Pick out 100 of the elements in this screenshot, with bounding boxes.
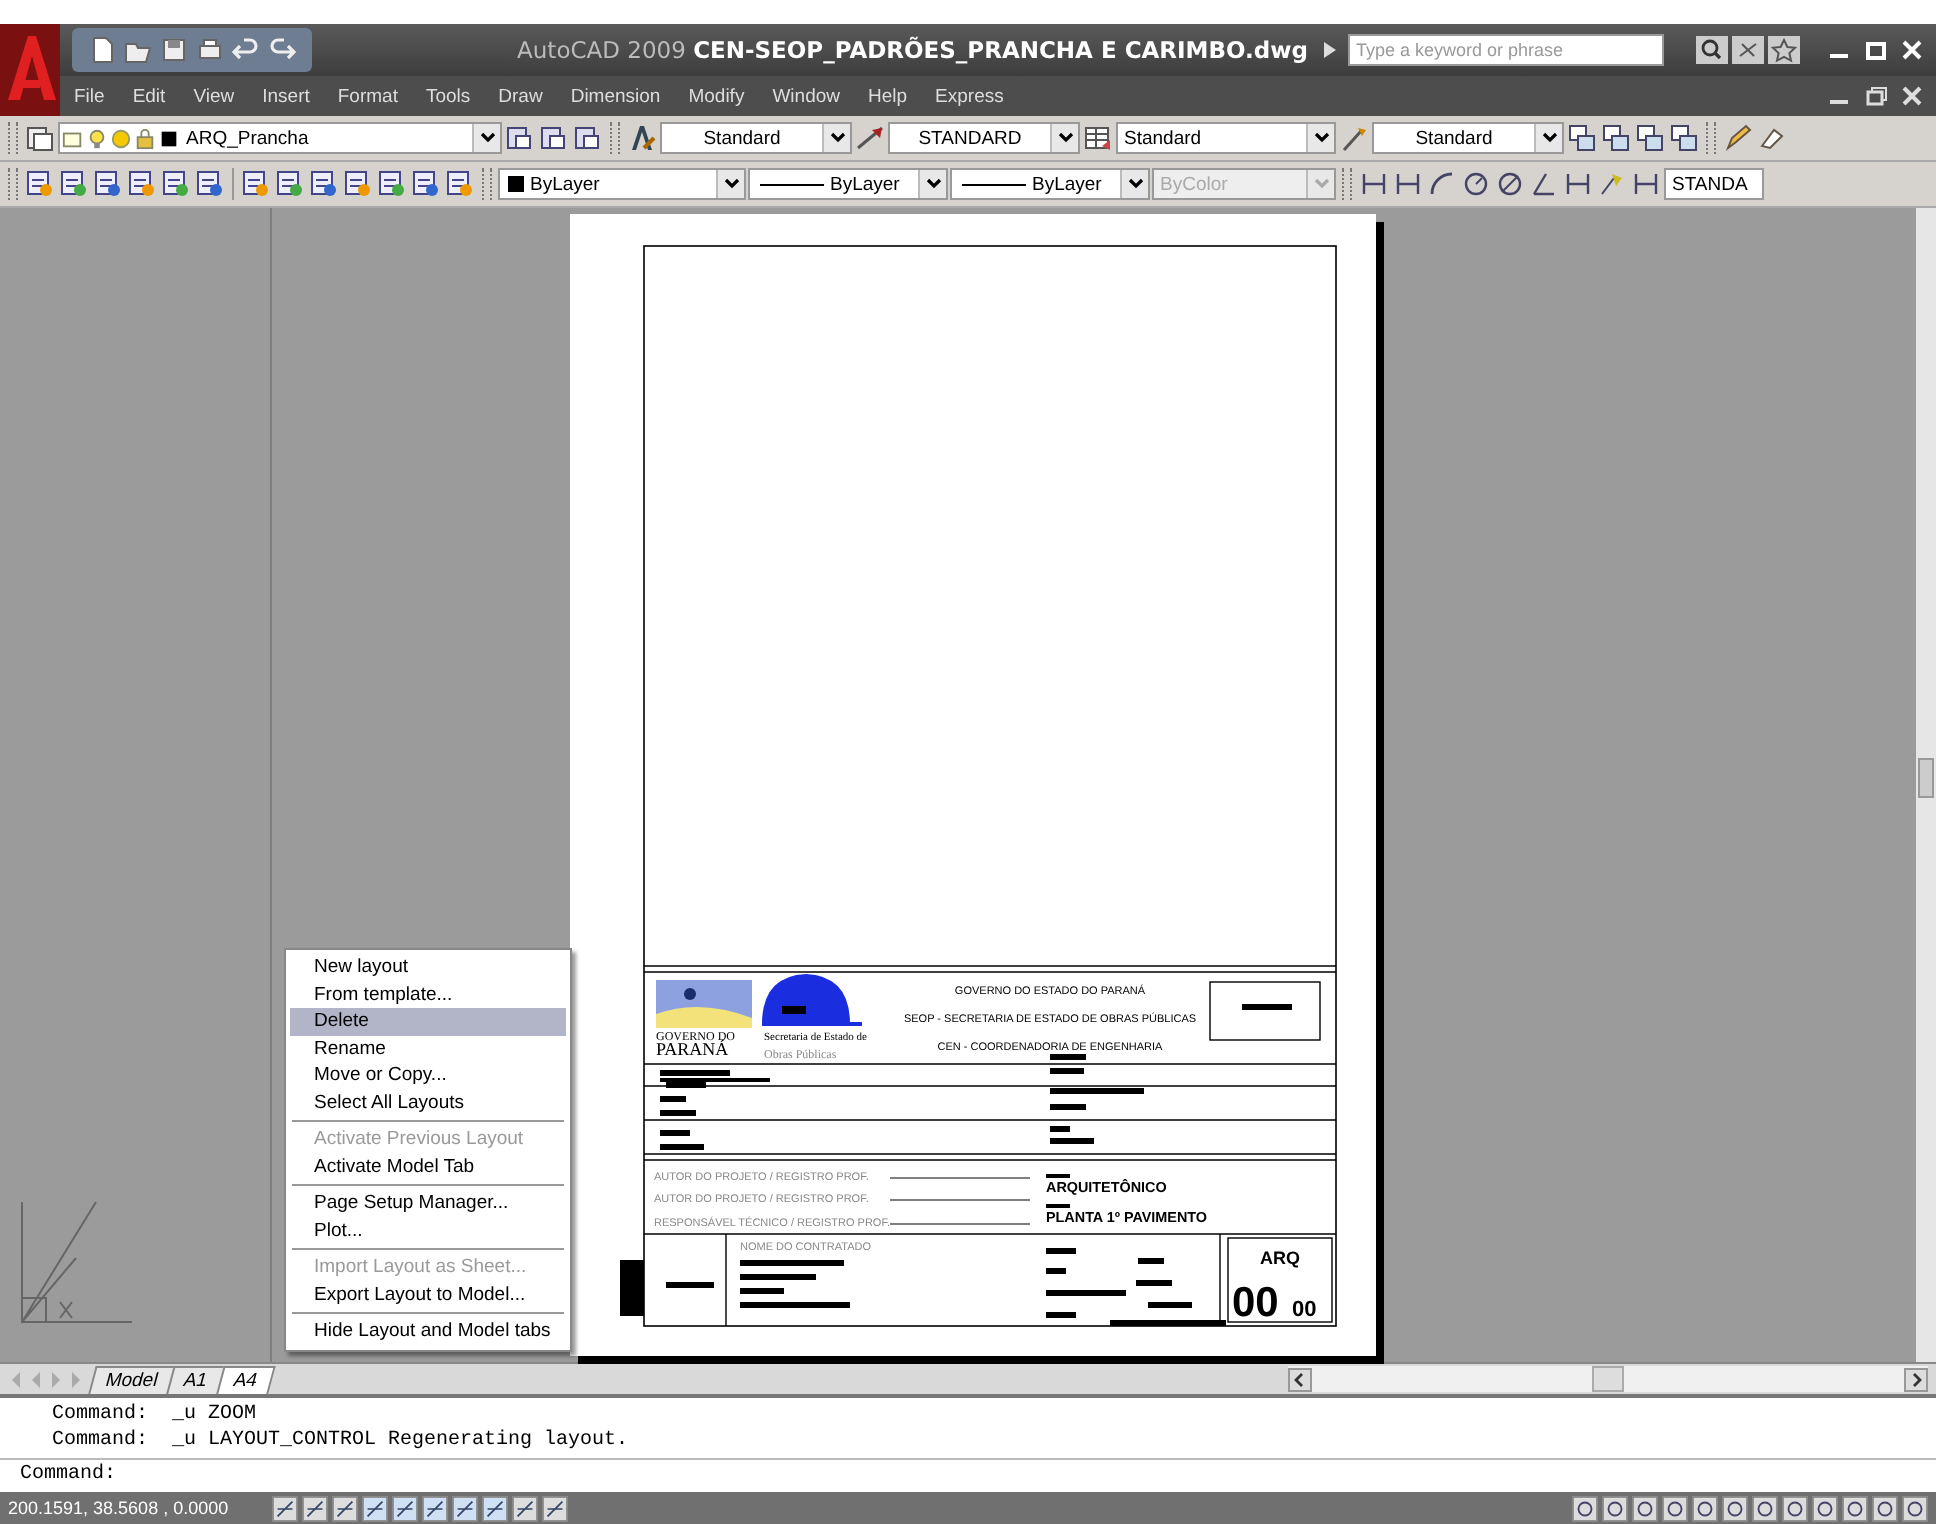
multileader-style-dropdown[interactable]: Standard <box>1372 122 1564 154</box>
signature-line <box>889 1177 1031 1179</box>
padlock-icon <box>134 127 156 149</box>
layer-previous-icon[interactable] <box>504 122 536 154</box>
menu-item[interactable]: Express <box>921 85 1018 107</box>
menu-item[interactable]: File <box>60 85 119 107</box>
layer-tool-icon[interactable] <box>24 168 56 200</box>
dimension-arc-icon[interactable] <box>1426 168 1458 200</box>
text-style-icon[interactable] <box>626 122 658 154</box>
scroll-left-icon[interactable] <box>1288 1367 1312 1391</box>
menu-item[interactable]: From template... <box>290 981 566 1008</box>
dimension-leader-icon[interactable] <box>1596 168 1628 200</box>
menu-item[interactable]: Page Setup Manager... <box>290 1190 566 1217</box>
redaction-bar <box>1136 1280 1172 1286</box>
dimension-angle-icon[interactable] <box>1528 168 1560 200</box>
search-field[interactable]: Type a keyword or phrase <box>1348 34 1664 66</box>
search-icon[interactable] <box>1696 36 1728 64</box>
menu-item[interactable]: Export Layout to Model... <box>290 1281 566 1308</box>
table-style-dropdown[interactable]: Standard <box>1116 122 1336 154</box>
menu-item[interactable]: Format <box>323 85 412 107</box>
line-sample-icon <box>962 183 1026 185</box>
menu-item[interactable]: New layout <box>290 954 566 981</box>
dimension-linear-icon[interactable] <box>1358 168 1390 200</box>
layer-stack-icon[interactable] <box>24 122 56 154</box>
menu-item[interactable]: Modify <box>674 85 759 107</box>
lineweight-dropdown[interactable]: ByLayer <box>950 168 1150 200</box>
triangle-icon[interactable] <box>1324 42 1336 58</box>
dimension-radius-icon[interactable] <box>1460 168 1492 200</box>
text-style-dropdown[interactable]: Standard <box>660 122 852 154</box>
print-icon[interactable] <box>196 36 224 64</box>
layer-tool-icon[interactable] <box>194 168 226 200</box>
menu-item[interactable]: Plot... <box>290 1217 566 1244</box>
menu-item[interactable]: Activate Model Tab <box>290 1153 566 1180</box>
menu-item[interactable]: View <box>179 85 249 107</box>
draw-order-icon[interactable] <box>1566 122 1598 154</box>
new-icon[interactable] <box>88 36 116 64</box>
layer-tool-icon[interactable] <box>274 168 306 200</box>
menu-item[interactable]: Tools <box>411 85 485 107</box>
command-input[interactable]: Command: <box>0 1460 1936 1492</box>
layout-tab[interactable]: A4 <box>215 1366 274 1394</box>
layer-tool-icon[interactable] <box>376 168 408 200</box>
layer-tool-icon[interactable] <box>444 168 476 200</box>
menu-item[interactable]: Window <box>758 85 854 107</box>
layer-tool-icon[interactable] <box>126 168 158 200</box>
dimension-aligned-icon[interactable] <box>1392 168 1424 200</box>
color-dropdown[interactable]: ByLayer <box>498 168 746 200</box>
vertical-scrollbar[interactable] <box>1916 208 1936 1362</box>
layer-state-icon[interactable] <box>572 122 604 154</box>
pencil-icon[interactable] <box>1722 122 1754 154</box>
dimension-style-dropdown[interactable]: STANDA <box>1664 168 1764 200</box>
color-swatch-icon <box>158 127 180 149</box>
menu-item[interactable]: Select All Layouts <box>290 1089 566 1116</box>
save-icon[interactable] <box>160 36 188 64</box>
menu-item[interactable]: Help <box>854 85 922 107</box>
redaction-bar <box>660 1144 704 1150</box>
menu-item[interactable]: Rename <box>290 1035 566 1062</box>
dimension-style-icon[interactable] <box>854 122 886 154</box>
sheet-number: 00 <box>1232 1280 1279 1326</box>
redaction-bar <box>1050 1138 1094 1144</box>
linetype-dropdown[interactable]: ByLayer <box>748 168 948 200</box>
undo-icon[interactable] <box>232 36 260 64</box>
layer-tool-icon[interactable] <box>92 168 124 200</box>
scroll-right-icon[interactable] <box>1904 1367 1928 1391</box>
layer-dropdown[interactable]: ARQ_Prancha <box>58 122 502 154</box>
scroll-thumb[interactable] <box>1592 1366 1624 1392</box>
layout-tab[interactable]: Model <box>88 1366 176 1394</box>
layer-tool-icon[interactable] <box>240 168 272 200</box>
dimension-diameter-icon[interactable] <box>1494 168 1526 200</box>
table-style-icon[interactable] <box>1082 122 1114 154</box>
redaction-bar <box>1148 1302 1192 1308</box>
dimension-style-dropdown[interactable]: STANDARD <box>888 122 1080 154</box>
layer-tool-icon[interactable] <box>58 168 90 200</box>
restore-icon[interactable] <box>1864 84 1888 108</box>
stamp-box <box>1209 981 1321 1041</box>
horizontal-scrollbar[interactable] <box>1288 1366 1928 1392</box>
redo-icon[interactable] <box>268 36 296 64</box>
layer-match-icon[interactable] <box>538 122 570 154</box>
command-history-line: Command: _u LAYOUT_CONTROL Regenerating layout. <box>52 1428 631 1454</box>
menu-item[interactable]: Draw <box>484 85 557 107</box>
multileader-style-icon[interactable] <box>1338 122 1370 154</box>
layer-tool-icon[interactable] <box>342 168 374 200</box>
redaction-bar <box>740 1288 784 1294</box>
lightbulb-icon <box>86 127 108 149</box>
dimension-baseline-icon[interactable] <box>1562 168 1594 200</box>
star-icon[interactable] <box>1768 36 1800 64</box>
layer-tool-icon[interactable] <box>160 168 192 200</box>
draw-order-icon[interactable] <box>1668 122 1700 154</box>
menu-item[interactable]: Insert <box>248 85 324 107</box>
dimension-ordinate-icon[interactable] <box>1630 168 1662 200</box>
menu-item[interactable]: Move or Copy... <box>290 1062 566 1089</box>
close-icon[interactable] <box>1900 84 1924 108</box>
layer-tool-icon[interactable] <box>410 168 442 200</box>
menu-item[interactable]: Delete <box>290 1008 566 1035</box>
layer-tool-icon[interactable] <box>308 168 340 200</box>
menu-item[interactable]: Hide Layout and Model tabs <box>290 1318 566 1345</box>
menu-item[interactable]: Edit <box>118 85 180 107</box>
draw-order-icon[interactable] <box>1634 122 1666 154</box>
draw-order-icon[interactable] <box>1600 122 1632 154</box>
menu-item[interactable]: Dimension <box>556 85 675 107</box>
redaction-bar <box>740 1260 844 1266</box>
